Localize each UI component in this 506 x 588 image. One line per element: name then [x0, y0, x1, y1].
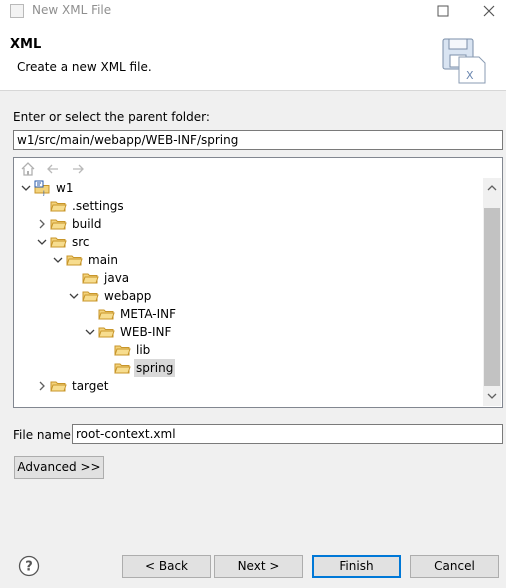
folder-icon [50, 378, 67, 394]
close-icon [483, 5, 495, 17]
chevron-down-icon[interactable] [68, 287, 80, 305]
home-icon[interactable] [20, 161, 36, 177]
maximize-button[interactable] [420, 0, 466, 22]
svg-text:X: X [466, 69, 474, 82]
tree-item-label: target [72, 379, 109, 393]
wizard-banner: XML Create a new XML file. X [0, 22, 506, 91]
tree-item-spring[interactable]: spring [14, 359, 474, 377]
tree-item-main[interactable]: main [14, 251, 474, 269]
finish-button[interactable]: Finish [312, 555, 401, 578]
tree-item-label: w1 [56, 181, 74, 195]
project-icon: J [34, 180, 51, 197]
parent-folder-label: Enter or select the parent folder: [13, 110, 210, 124]
folder-icon [50, 234, 67, 250]
next-button[interactable]: Next > [214, 555, 303, 578]
scroll-down-icon[interactable] [486, 390, 498, 402]
back-button[interactable]: < Back [122, 555, 211, 578]
tree-item-label: build [72, 217, 102, 231]
folder-icon [66, 252, 83, 268]
folder-icon [98, 324, 115, 340]
app-icon [10, 4, 24, 18]
folder-icon [114, 342, 131, 358]
chevron-right-icon[interactable] [36, 377, 48, 395]
tree-item-label: src [72, 235, 90, 249]
tree-item-settings[interactable]: .settings [14, 197, 474, 215]
chevron-right-icon[interactable] [36, 215, 48, 233]
tree-item-label: java [104, 271, 130, 285]
close-button[interactable] [466, 0, 506, 22]
tree-item-label: WEB-INF [120, 325, 172, 339]
tree-toolbar [20, 161, 91, 177]
window-title: New XML File [32, 3, 112, 17]
tree-item-build[interactable]: build [14, 215, 474, 233]
folder-icon [98, 306, 115, 322]
folder-tree[interactable]: Jw1 .settings build src main java webapp META-I… [13, 157, 503, 408]
tree-item-lib[interactable]: lib [14, 341, 474, 359]
tree-item-webapp[interactable]: webapp [14, 287, 474, 305]
svg-text:?: ? [25, 560, 33, 575]
folder-icon [82, 270, 99, 286]
folder-icon [114, 360, 131, 376]
tree-item-label: .settings [72, 199, 124, 213]
help-icon[interactable]: ? [18, 555, 40, 577]
cancel-button[interactable]: Cancel [410, 555, 499, 578]
tree-item-w1[interactable]: Jw1 [14, 179, 474, 197]
scrollbar-thumb[interactable] [484, 208, 500, 386]
tree-item-src[interactable]: src [14, 233, 474, 251]
tree-item-label: lib [136, 343, 151, 357]
tree-item-label: main [88, 253, 118, 267]
chevron-down-icon[interactable] [20, 179, 32, 197]
tree-item-target[interactable]: target [14, 377, 474, 395]
banner-title: XML [10, 37, 42, 52]
advanced-button[interactable]: Advanced >> [14, 456, 104, 479]
folder-icon [50, 198, 67, 214]
tree-scrollbar[interactable] [483, 178, 501, 406]
file-name-label: File name: [13, 428, 75, 442]
tree-item-meta-inf[interactable]: META-INF [14, 305, 474, 323]
tree-item-label: webapp [104, 289, 152, 303]
tree-item-label: META-INF [120, 307, 177, 321]
parent-folder-input[interactable]: w1/src/main/webapp/WEB-INF/spring [13, 130, 503, 150]
scroll-up-icon[interactable] [486, 182, 498, 194]
file-name-input[interactable]: root-context.xml [72, 424, 503, 444]
tree-item-label: spring [134, 359, 176, 377]
folder-icon [82, 288, 99, 304]
banner-description: Create a new XML file. [17, 60, 152, 74]
chevron-down-icon[interactable] [52, 251, 64, 269]
tree-item-java[interactable]: java [14, 269, 474, 287]
tree-item-web-inf[interactable]: WEB-INF [14, 323, 474, 341]
forward-arrow-icon[interactable] [70, 161, 86, 177]
svg-text:J: J [42, 190, 45, 196]
folder-icon [50, 216, 67, 232]
chevron-down-icon[interactable] [84, 323, 96, 341]
back-arrow-icon[interactable] [45, 161, 61, 177]
title-bar: New XML File [0, 0, 506, 22]
maximize-icon [437, 5, 449, 17]
chevron-down-icon[interactable] [36, 233, 48, 251]
xml-file-wizard-icon: X [442, 38, 486, 84]
